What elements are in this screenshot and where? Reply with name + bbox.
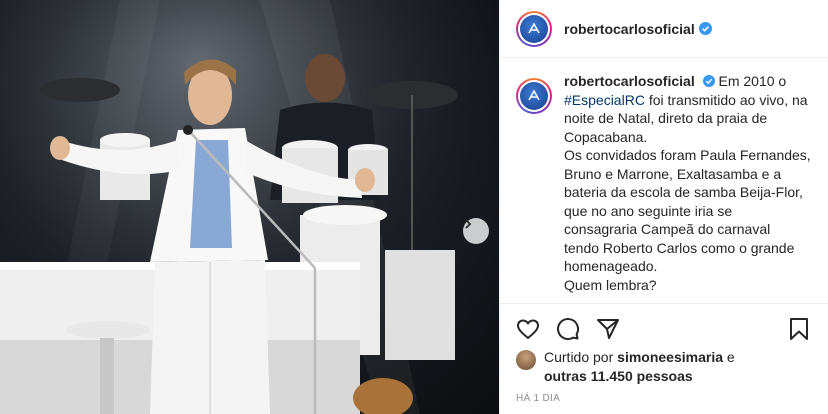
likes-prefix: Curtido por (544, 349, 614, 365)
share-icon (597, 318, 619, 339)
post-timestamp[interactable]: HÁ 1 DIA (516, 393, 560, 404)
caption-line-10: tendo Roberto Carlos como o grande (564, 239, 795, 256)
hashtag-link[interactable]: #EspecialRC (564, 92, 645, 108)
verified-badge-icon (698, 22, 712, 35)
caption-line-7: bateria da escola de samba Beija-Flor, (564, 184, 803, 200)
post-photo[interactable] (0, 0, 499, 414)
rc-logo-icon (528, 21, 540, 33)
caption-line-11: homenageado. (564, 258, 658, 274)
comment-icon (557, 317, 580, 340)
caption-line-4: Copacabana. (564, 128, 648, 145)
bookmark-icon (790, 317, 808, 340)
caption-username[interactable]: robertocarlosoficial (564, 73, 695, 89)
verified-badge-icon (702, 75, 715, 87)
caption-text: robertocarlosoficial Em 2010 o #Especial… (564, 72, 816, 302)
caption-line-1: Em 2010 o (718, 73, 787, 89)
concert-photo-illustration (0, 0, 499, 414)
liker-avatar[interactable] (516, 350, 536, 370)
liker-username[interactable]: simoneesimaria (617, 349, 723, 365)
likes-summary: Curtido por simoneesimaria e outras 11.4… (516, 348, 816, 386)
caption-line-9: consagraria Campeã do carnaval (564, 221, 771, 237)
next-photo-button[interactable] (463, 218, 489, 244)
author-username[interactable]: robertocarlosoficial (564, 21, 695, 37)
rc-logo-icon (528, 89, 540, 101)
post-header: robertocarlosoficial (500, 0, 828, 58)
heart-icon (516, 318, 540, 339)
caption-area: robertocarlosoficial Em 2010 o #Especial… (516, 72, 816, 302)
likes-connector: e (726, 349, 735, 365)
like-button[interactable] (516, 317, 540, 341)
save-button[interactable] (787, 317, 811, 341)
post-side-panel: robertocarlosoficial robertocarlosoficia… (499, 0, 828, 414)
share-button[interactable] (596, 317, 620, 341)
caption-line-8: que no ano seguinte iria se (564, 202, 733, 219)
post-actions-bar (500, 303, 828, 353)
likes-others-link[interactable]: outras 11.450 pessoas (544, 368, 693, 384)
chevron-right-icon (465, 219, 472, 229)
caption-line-3: noite de Natal, direto da praia de (564, 110, 768, 126)
caption-line-6: Bruno e Marrone, Exaltasamba e a (564, 165, 782, 182)
caption-author-avatar[interactable] (516, 78, 552, 114)
caption-line-2: foi transmitido ao vivo, na (648, 91, 808, 108)
caption-line-12: Quem lembra? (564, 276, 657, 293)
caption-line-5: Os convidados foram Paula Fernandes, (564, 147, 811, 163)
comment-button[interactable] (556, 317, 580, 341)
author-avatar[interactable] (516, 10, 552, 47)
